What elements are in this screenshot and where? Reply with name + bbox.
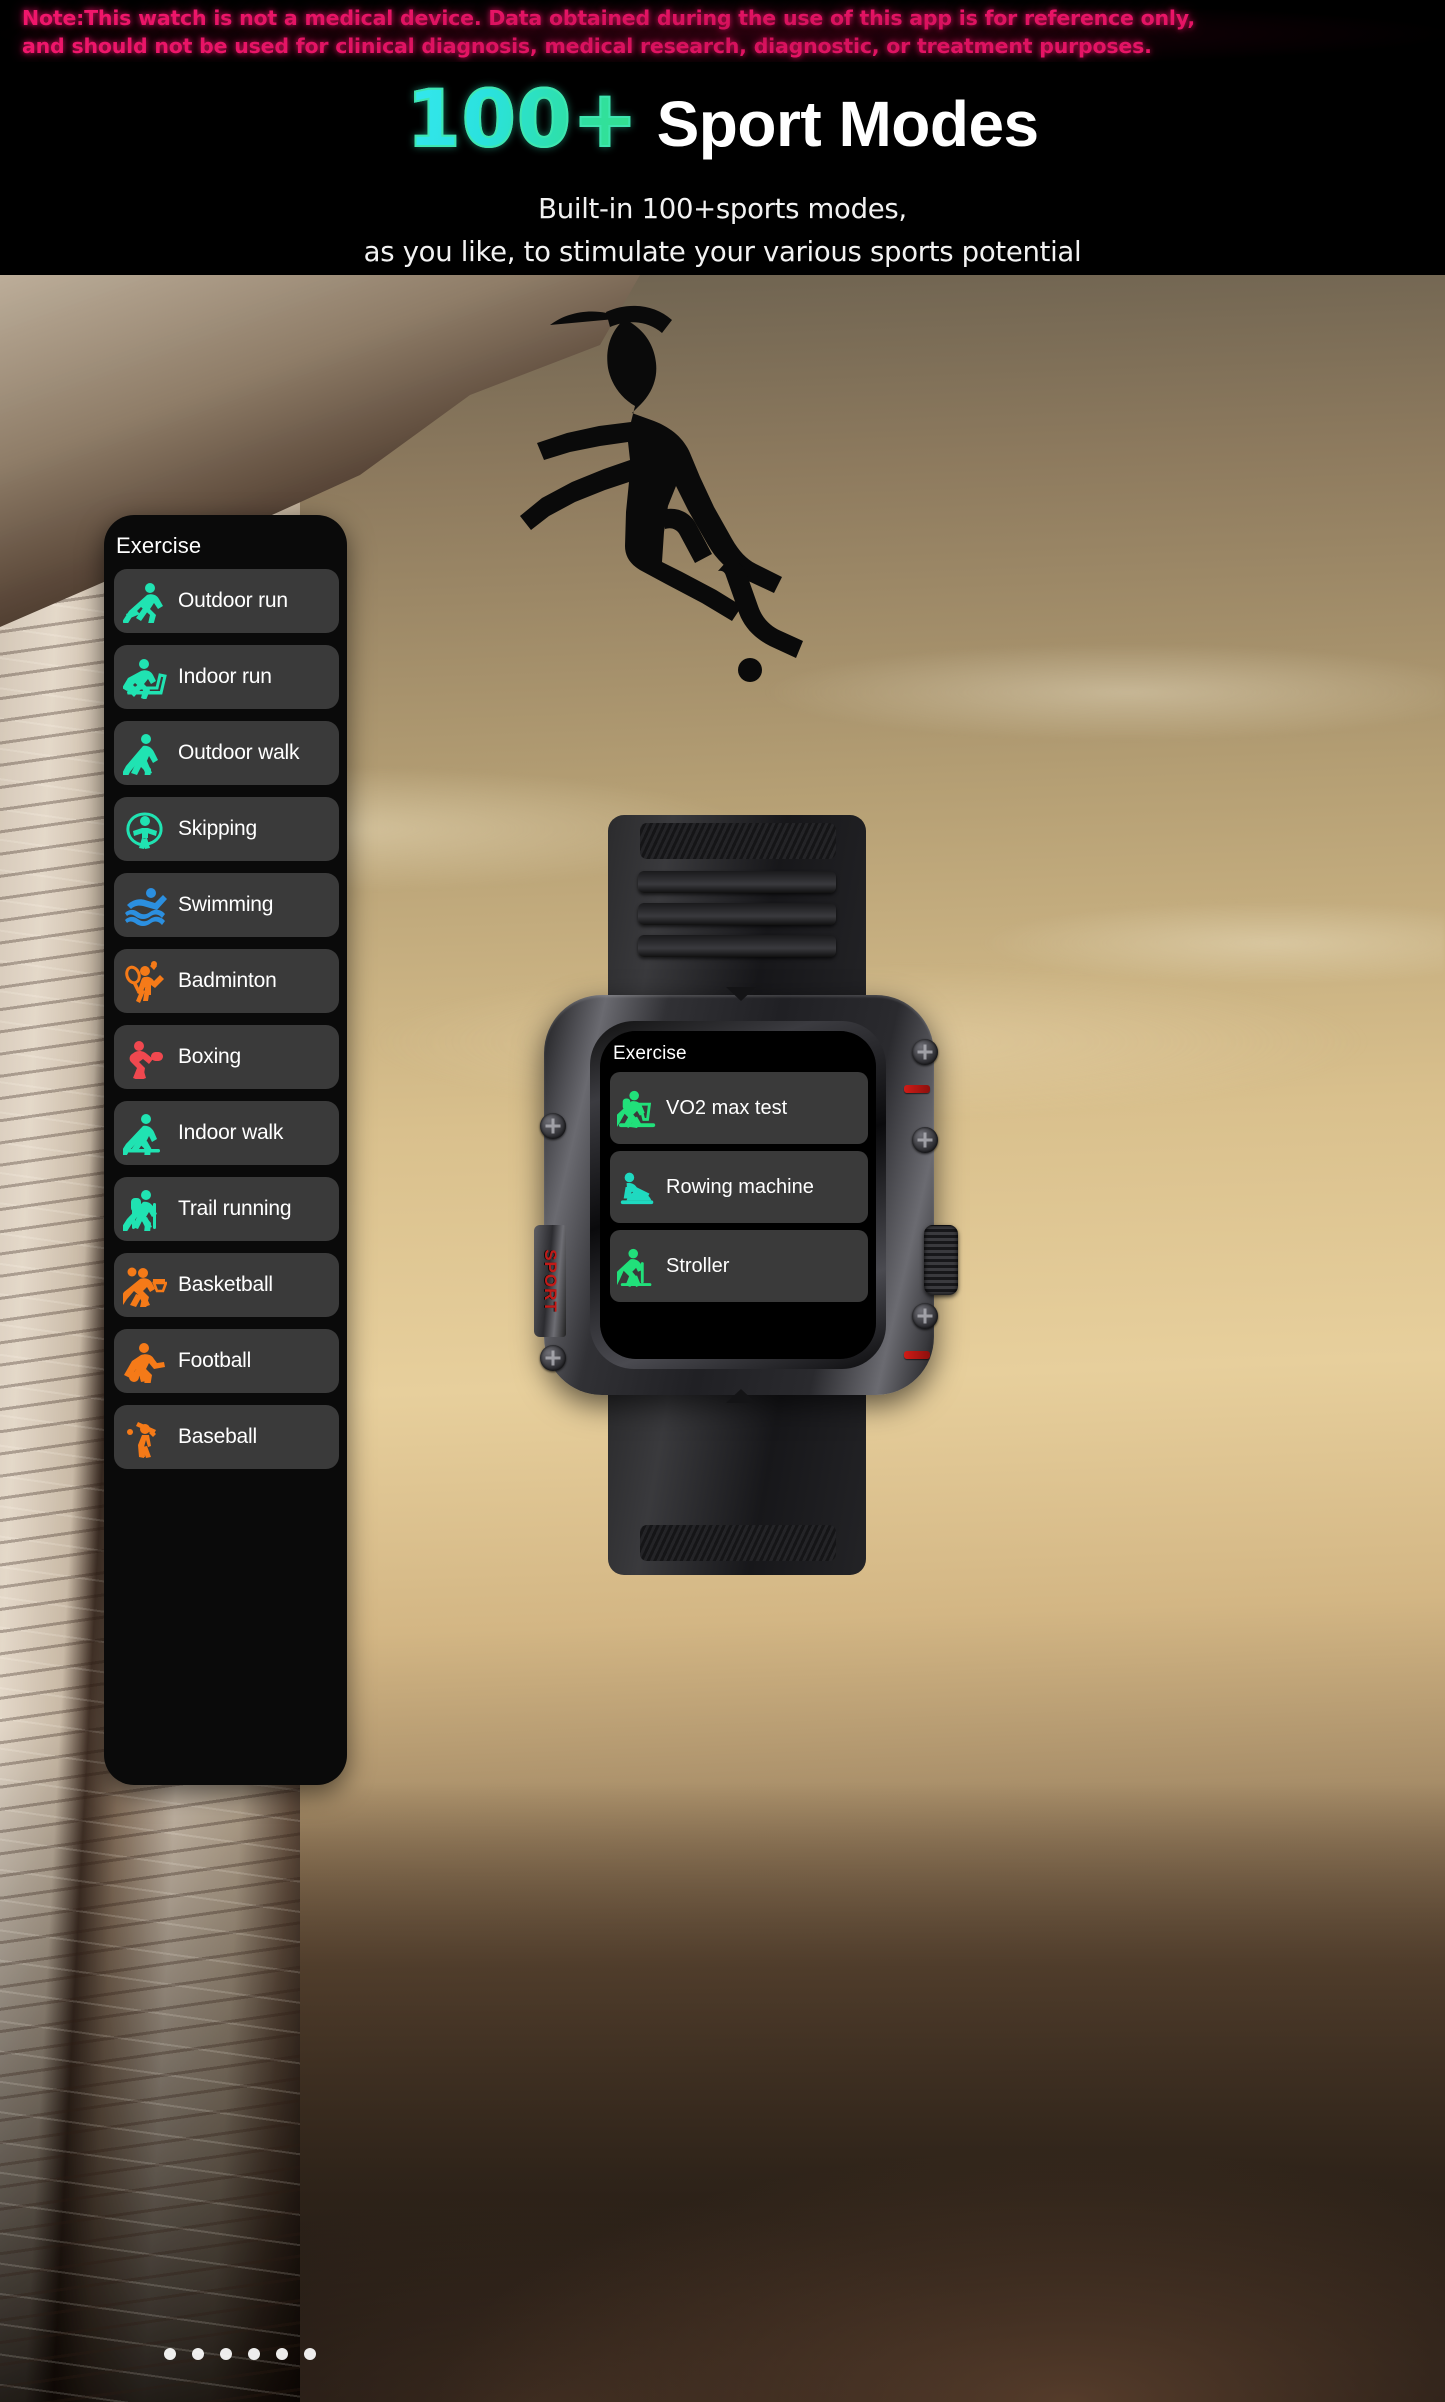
list-item[interactable]: Indoor walk (114, 1101, 339, 1165)
page-header: 100+ Sport Modes Built-in 100+sports mod… (0, 62, 1445, 275)
list-item[interactable]: Stroller (610, 1230, 868, 1302)
list-item-label: Badminton (178, 969, 277, 992)
case-screw-right-bottom-icon[interactable] (912, 1303, 938, 1329)
case-marker-bottom-icon (726, 1389, 756, 1403)
red-accent-mark-top (904, 1085, 930, 1093)
list-item-label: VO2 max test (666, 1097, 788, 1119)
list-item[interactable]: Skipping (114, 797, 339, 861)
sport-side-button-label: SPORT (541, 1249, 560, 1313)
strap-texture-pad-top (640, 823, 836, 859)
pagination-dot[interactable] (164, 2348, 176, 2360)
list-item[interactable]: Boxing (114, 1025, 339, 1089)
indoor-walk-icon (122, 1110, 168, 1156)
subtitle-line-1: Built-in 100+sports modes, (538, 193, 907, 225)
pagination-dot[interactable] (248, 2348, 260, 2360)
rowing-machine-icon (616, 1165, 660, 1209)
watch-screen[interactable]: Exercise VO2 max test Rowing machine Str… (600, 1031, 876, 1359)
subtitle-line-2: as you like, to stimulate your various s… (363, 236, 1082, 268)
boxing-icon (122, 1034, 168, 1080)
pagination-dot[interactable] (276, 2348, 288, 2360)
trail-running-icon (122, 1186, 168, 1232)
list-item[interactable]: Baseball (114, 1405, 339, 1469)
page-subtitle: Built-in 100+sports modes, as you like, … (0, 188, 1445, 274)
climber-silhouette (430, 300, 860, 720)
list-item-label: Football (178, 1349, 252, 1372)
swimming-icon (122, 882, 168, 928)
strap-ridge (638, 871, 836, 893)
outdoor-walk-icon (122, 730, 168, 776)
watch-exercise-rows: VO2 max test Rowing machine Stroller (600, 1072, 876, 1302)
list-item-label: Boxing (178, 1045, 242, 1068)
list-item-label: Skipping (178, 817, 257, 840)
football-icon (122, 1338, 168, 1384)
list-item-label: Swimming (178, 893, 274, 916)
stroller-icon (616, 1244, 660, 1288)
basketball-icon (122, 1262, 168, 1308)
list-item[interactable]: Indoor run (114, 645, 339, 709)
list-item[interactable]: Outdoor run (114, 569, 339, 633)
skipping-icon (122, 806, 168, 852)
list-item[interactable]: Outdoor walk (114, 721, 339, 785)
list-item-label: Indoor walk (178, 1121, 284, 1144)
smartwatch: Exercise VO2 max test Rowing machine Str… (530, 815, 958, 1575)
badminton-icon (122, 958, 168, 1004)
pagination-dot[interactable] (304, 2348, 316, 2360)
title-text: Sport Modes (656, 88, 1040, 160)
page-title: 100+ Sport Modes (0, 74, 1445, 166)
exercise-list-title: Exercise (116, 533, 202, 558)
pagination-dot[interactable] (220, 2348, 232, 2360)
pagination-dots[interactable] (164, 2348, 316, 2360)
list-item[interactable]: Swimming (114, 873, 339, 937)
baseball-icon (122, 1414, 168, 1460)
list-item[interactable]: Basketball (114, 1253, 339, 1317)
sport-side-button[interactable]: SPORT (534, 1225, 566, 1337)
list-item[interactable]: Trail running (114, 1177, 339, 1241)
list-item-label: Stroller (666, 1255, 730, 1277)
vo2-max-test-icon (616, 1086, 660, 1130)
watch-case: Exercise VO2 max test Rowing machine Str… (534, 987, 958, 1403)
list-item-label: Basketball (178, 1273, 273, 1296)
list-item-label: Outdoor run (178, 589, 288, 612)
strap-ridge (638, 903, 836, 925)
case-screw-right-mid-icon[interactable] (912, 1127, 938, 1153)
list-item-label: Trail running (178, 1197, 292, 1220)
exercise-list-card: Exercise Outdoor run Indoor run Outdoor … (104, 515, 347, 1785)
outdoor-run-icon (122, 578, 168, 624)
list-item[interactable]: VO2 max test (610, 1072, 868, 1144)
list-item-label: Baseball (178, 1425, 257, 1448)
hero-photo-stage: Exercise Outdoor run Indoor run Outdoor … (0, 275, 1445, 2402)
watch-crown-dial[interactable] (924, 1225, 958, 1295)
case-screw-left-top-icon (540, 1113, 566, 1139)
red-accent-mark-bottom (904, 1351, 930, 1359)
pagination-dot[interactable] (192, 2348, 204, 2360)
exercise-list-rows: Outdoor run Indoor run Outdoor walk Skip… (104, 569, 347, 1493)
strap-texture-pad-bottom (640, 1525, 836, 1561)
medical-disclaimer-banner: Note:This watch is not a medical device.… (0, 0, 1445, 62)
list-item-label: Rowing machine (666, 1176, 814, 1198)
list-item[interactable]: Football (114, 1329, 339, 1393)
disclaimer-line-2: and should not be used for clinical diag… (22, 34, 1152, 58)
disclaimer-line-1: Note:This watch is not a medical device.… (22, 6, 1195, 30)
watch-strap-bottom (608, 1375, 866, 1575)
case-marker-top-icon (726, 987, 756, 1001)
strap-ridge (638, 935, 836, 957)
title-count-highlight: 100+ (405, 74, 639, 166)
list-item[interactable]: Rowing machine (610, 1151, 868, 1223)
indoor-run-icon (122, 654, 168, 700)
case-screw-right-top-icon[interactable] (912, 1039, 938, 1065)
list-item-label: Outdoor walk (178, 741, 300, 764)
list-item[interactable]: Badminton (114, 949, 339, 1013)
watch-screen-title: Exercise (613, 1043, 687, 1064)
case-screw-left-bottom-icon (540, 1345, 566, 1371)
list-item-label: Indoor run (178, 665, 272, 688)
